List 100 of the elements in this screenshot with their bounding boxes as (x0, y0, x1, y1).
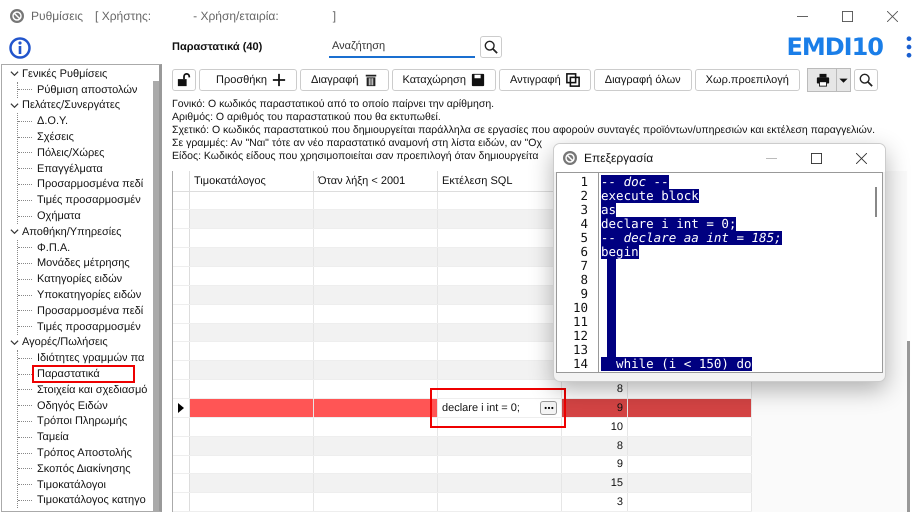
chevron-icon[interactable] (10, 338, 19, 347)
tree-item[interactable]: Τρόποι Πληρωμής (35, 415, 130, 428)
description-line: Σε γραμμές: Αν "Ναι" τότε αν νέο παραστατικό αναμονή στη λίστα ειδών, αν "Οχ (172, 137, 542, 150)
toolbar-button[interactable]: Διαγραφή (300, 69, 388, 91)
tree-group[interactable]: Αγορές/Πωλήσεις (22, 336, 108, 348)
line-number: 12 (572, 329, 588, 343)
column-header[interactable]: Όταν λήξη < 2001 (314, 171, 438, 191)
line-number: 14 (572, 357, 588, 371)
toolbar-button[interactable]: Προσθήκη (199, 69, 297, 91)
tree-item[interactable]: Κατηγορίες ειδών (35, 273, 124, 286)
tree-group[interactable]: Πελάτες/Συνεργάτες (22, 99, 120, 112)
info-icon[interactable] (9, 37, 31, 59)
chevron-icon[interactable] (10, 69, 19, 78)
tree-item[interactable]: Επαγγέλματα (35, 162, 105, 175)
toolbar-button[interactable]: Διαγραφή όλων (594, 69, 692, 91)
line-number: 7 (580, 259, 588, 273)
print-button[interactable] (806, 68, 851, 92)
tree-item[interactable]: Τρόπος Αποστολής (35, 447, 134, 460)
table-row[interactable]: 3 (173, 493, 752, 512)
tree-group[interactable]: Γενικές Ρυθμίσεις (22, 68, 108, 80)
scrollbar[interactable] (907, 341, 910, 512)
maximize-icon[interactable] (842, 10, 853, 22)
dropdown-icon[interactable] (836, 69, 850, 91)
line-number: 11 (572, 315, 588, 329)
scrollbar[interactable] (153, 81, 159, 511)
ellipsis-button[interactable] (540, 400, 557, 415)
tree-item[interactable]: Στοιχεία και σχεδιασμό (35, 384, 150, 396)
tree-item[interactable]: Τιμοκατάλογοι (35, 478, 108, 491)
tree-item[interactable]: Οχήματα (35, 210, 83, 222)
table-row[interactable]: 10 (173, 418, 752, 437)
row-pointer-icon (178, 402, 184, 413)
search-button[interactable] (480, 36, 502, 58)
tree-item[interactable]: Ταμεία (35, 431, 71, 444)
line-number: 2 (580, 189, 588, 203)
window-title-company: - Χρήση/εταιρία: (193, 9, 279, 23)
more-icon[interactable] (906, 36, 912, 58)
table-row[interactable]: 9 (173, 456, 752, 474)
copy-icon (566, 73, 580, 87)
close-icon[interactable] (856, 152, 867, 164)
lock-button[interactable] (172, 69, 196, 91)
logo: EMDI10 (786, 33, 883, 61)
save-icon (470, 73, 485, 87)
unlock-icon (177, 73, 191, 87)
search-icon (484, 40, 498, 54)
table-cell: 9 (616, 458, 623, 470)
app-icon (562, 150, 578, 166)
tree-item[interactable]: Τιμές προσαρμοσμέν (35, 194, 143, 206)
description-line: Είδος: Κωδικός είδους που χρησιμοποιείται σαν προεπιλογή όταν δημιουργείτα (172, 150, 538, 163)
line-number: 3 (580, 203, 588, 217)
dialog-title: Επεξεργασία (584, 151, 654, 165)
tree-item[interactable]: Υποκατηγορίες ειδών (35, 289, 144, 302)
tree-item[interactable]: Σκοπός Διακίνησης (35, 462, 133, 475)
row-header[interactable] (173, 398, 190, 417)
code-editor[interactable]: 1 2 3 4 5 6 7 8 9 10 11 12 13 14 -- doc -- execute block as declare i int = 0; -- declare aa int = 185; begin while (i < 150) do (556, 172, 883, 373)
tree-item[interactable]: Δ.Ο.Υ. (35, 115, 70, 128)
find-button[interactable] (854, 69, 878, 91)
plus-icon (272, 73, 286, 87)
tree-item[interactable]: Προσαρμοσμένα πεδί (35, 304, 146, 317)
maximize-icon[interactable] (811, 152, 822, 164)
window-title: Ρυθμίσεις (31, 9, 84, 23)
tree-item[interactable]: Τιμές προσαρμοσμέν (35, 320, 143, 333)
table-row[interactable]: declare i int = 0; 9 (173, 398, 752, 418)
close-icon[interactable] (887, 10, 898, 22)
column-header[interactable]: Τιμοκατάλογος (190, 171, 314, 191)
tree-item[interactable]: Ρύθμιση αποστολών (35, 84, 140, 96)
table-row[interactable]: 15 (173, 474, 752, 494)
table-cell: 9 (616, 402, 623, 414)
line-number: 4 (580, 217, 588, 231)
toolbar-button[interactable]: Καταχώρηση (392, 69, 496, 91)
search-icon (858, 73, 873, 87)
table-cell: 10 (610, 420, 623, 433)
line-number: 13 (572, 343, 588, 357)
tree-item[interactable]: Παραστατικά (35, 368, 132, 380)
tree-item[interactable]: Ιδιότητες γραμμών πα (35, 352, 146, 364)
line-number: 9 (580, 287, 588, 301)
table-cell: 8 (616, 383, 623, 396)
tree-item[interactable]: Μονάδες μέτρησης (35, 257, 132, 270)
window-title-end: ] (332, 9, 336, 23)
table-cell: 8 (616, 440, 623, 452)
table-cell: 3 (616, 496, 623, 508)
scrollbar-thumb[interactable] (875, 187, 877, 217)
table-row[interactable]: 8 (173, 436, 752, 456)
printer-icon (816, 73, 830, 87)
tree-item[interactable]: Σχέσεις (35, 131, 76, 144)
tree-group[interactable]: Αποθήκη/Υπηρεσίες (22, 226, 122, 238)
tree-item[interactable]: Προσαρμοσμένα πεδί (35, 178, 146, 190)
toolbar-button[interactable]: Χωρ.προεπιλογή (694, 69, 800, 91)
tree-item[interactable]: Τιμοκατάλογος κατηγο (35, 494, 148, 506)
table-cell: 15 (610, 477, 623, 490)
tree-item[interactable]: Πόλεις/Χώρες (35, 146, 106, 159)
page-title: Παραστατικά (40) (172, 41, 264, 53)
toolbar-button[interactable]: Αντιγραφή (498, 69, 591, 91)
trash-icon (364, 73, 378, 87)
table-row[interactable]: 8 (173, 380, 752, 399)
chevron-icon[interactable] (10, 227, 19, 236)
tree-item[interactable]: Φ.Π.Α. (35, 242, 72, 254)
description-line: Σχετικό: Ο κωδικός παραστατικού που δημιουργείται παράλληλα σε εργασίες που αφορούν συνταγές προϊόντων/υπηρεσιών και εκτέλεση παραγγελιών. (172, 124, 875, 137)
chevron-icon[interactable] (10, 100, 19, 110)
line-number: 6 (580, 245, 588, 259)
tree-item[interactable]: Οδηγός Ειδών (35, 400, 110, 412)
